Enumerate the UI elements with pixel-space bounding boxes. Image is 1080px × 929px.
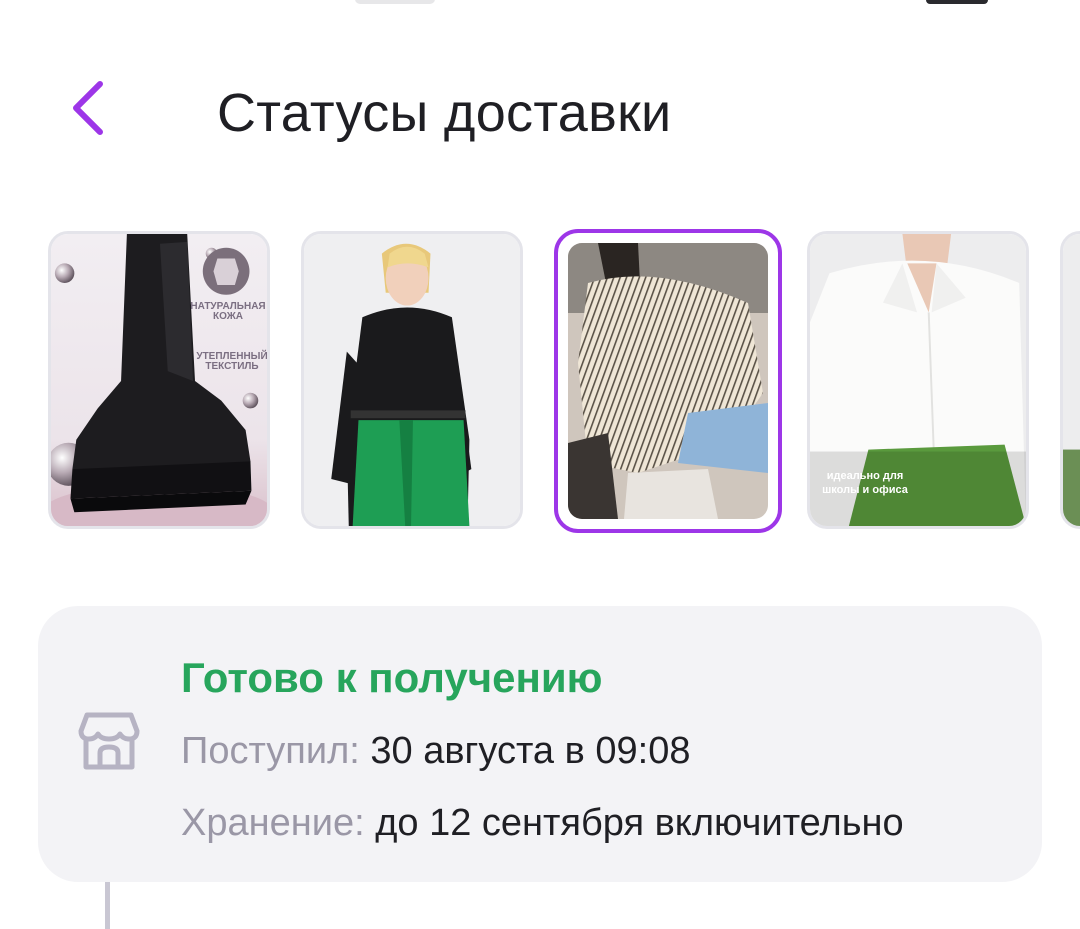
storage-value: до 12 сентября включительно [375,802,904,844]
delivery-status-card: Готово к получению Поступил: 30 августа … [38,606,1042,882]
timeline-connector [105,882,110,929]
chevron-left-icon [73,81,103,135]
striped-sweater-image [568,243,768,519]
battery-icon [926,0,988,4]
product-caption: идеально для школы и офиса [822,470,908,496]
header: Статусы доставки [0,60,1080,170]
product-thumb-partial[interactable] [1060,231,1080,529]
received-row: Поступил: 30 августа в 09:08 [181,730,690,773]
boots-image [51,234,267,526]
status-bar-fragment [355,0,435,4]
storage-row: Хранение: до 12 сентября включительно [181,802,904,845]
product-thumb-boots[interactable]: Натуральная кожа Утепленный текстиль [48,231,270,529]
product-tag: Утепленный текстиль [196,351,267,372]
received-value: 30 августа в 09:08 [370,730,691,772]
partial-product-image [1063,234,1080,526]
store-icon [78,712,140,770]
black-shirt-image [304,234,520,526]
product-thumbnails: Натуральная кожа Утепленный текстиль [0,228,1080,538]
product-thumb-striped-sweater[interactable] [554,229,782,533]
product-tag: Натуральная кожа [190,301,266,322]
status-bar [0,0,1080,8]
received-label: Поступил: [181,730,371,772]
status-title: Готово к получению [181,654,603,701]
back-button[interactable] [52,72,124,144]
storage-label: Хранение: [181,802,376,844]
product-thumb-black-shirt[interactable] [301,231,523,529]
product-thumb-white-blouse[interactable]: идеально для школы и офиса [807,231,1029,529]
page-title: Статусы доставки [217,83,672,143]
